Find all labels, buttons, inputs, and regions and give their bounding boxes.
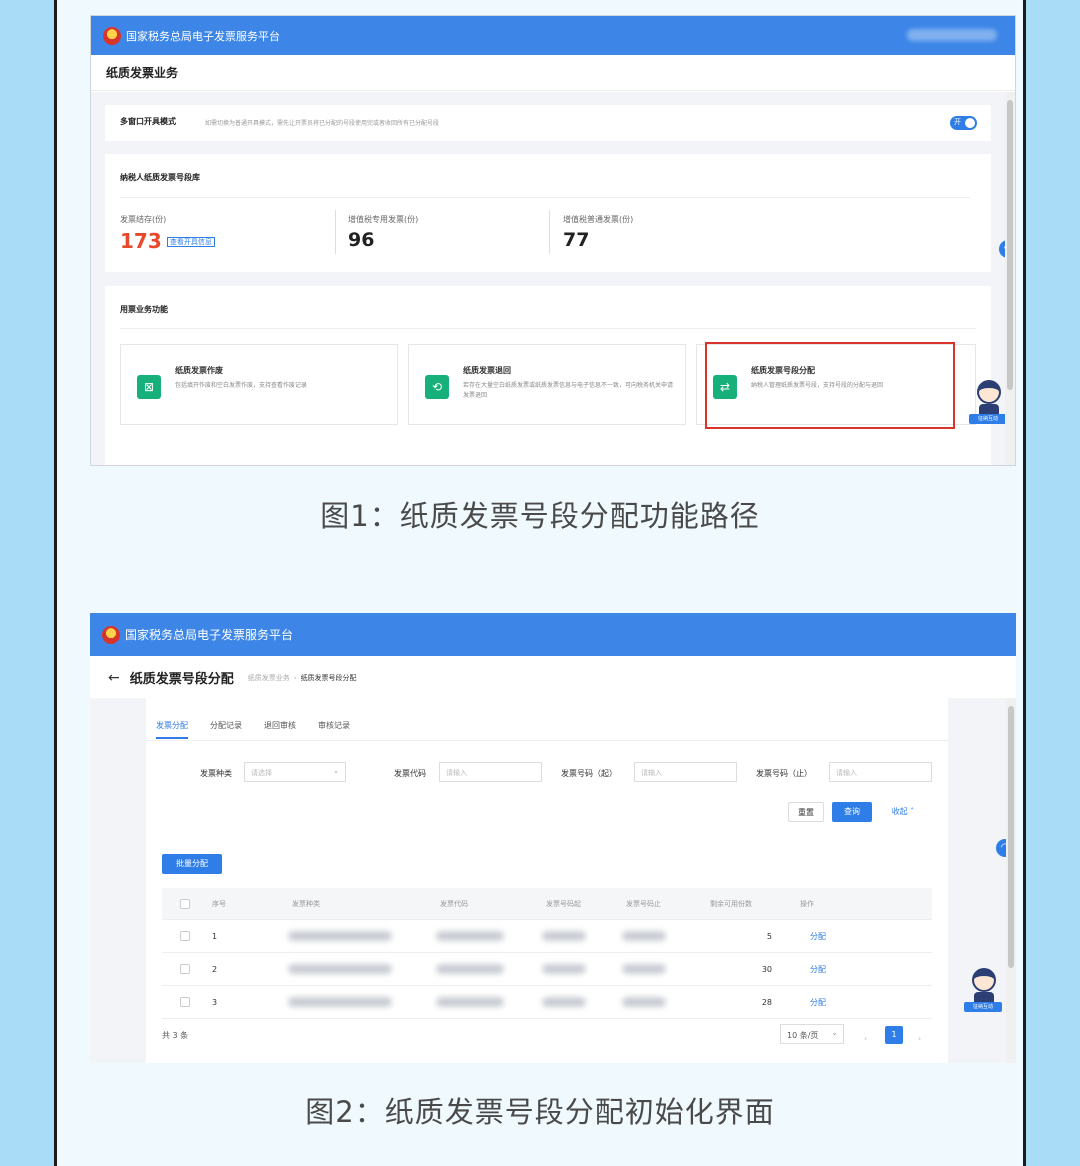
total-count: 共 3 条	[162, 1031, 189, 1040]
row-checkbox[interactable]	[180, 997, 190, 1007]
allocate-link[interactable]: 分配	[796, 997, 856, 1008]
caption-1: 图1：纸质发票号段分配功能路径	[320, 499, 760, 533]
user-info-blurred	[907, 29, 997, 41]
multi-window-toggle[interactable]: 开	[950, 116, 977, 130]
breadcrumb-item-1[interactable]: 纸质发票业务	[248, 673, 290, 683]
allocate-link[interactable]: 分配	[796, 931, 856, 942]
table-header: 序号 发票种类 发票代码 发票号码起 发票号码止 剩余可用份数 操作	[162, 888, 932, 920]
page-title-2: 纸质发票号段分配	[129, 672, 234, 687]
prev-page-icon[interactable]: ‹	[864, 1034, 867, 1043]
platform-title-2: 国家税务总局电子发票服务平台	[125, 628, 294, 642]
top-bar-2: 国家税务总局电子发票服务平台	[90, 613, 1016, 656]
invoice-code-label: 发票代码	[394, 769, 426, 778]
functions-title: 用票业务功能	[120, 305, 168, 314]
blurred-cell	[622, 964, 666, 974]
allocation-panel: 发票分配 分配记录 退回审核 审核记录 发票种类 请选择 ⌄ 发票代码 请输入 …	[146, 698, 948, 1063]
return-invoice-icon: ⟲	[425, 375, 449, 399]
query-button[interactable]: 查询	[832, 802, 872, 822]
function-void-invoice[interactable]: ⊠ 纸质发票作废 包括填开作废和空白发票作废，支持查看作废记录	[120, 344, 398, 425]
screenshot-1: 国家税务总局电子发票服务平台 纸质发票业务 多窗口开具模式 如需切换为普通开具模…	[90, 15, 1016, 466]
allocation-table: 序号 发票种类 发票代码 发票号码起 发票号码止 剩余可用份数 操作 1 5 分…	[162, 888, 932, 1019]
select-all-checkbox[interactable]	[180, 898, 190, 909]
invoice-number-end-label: 发票号码（止）	[756, 769, 812, 778]
blurred-cell	[622, 997, 666, 1007]
chevron-down-icon: ⌄	[831, 1028, 838, 1037]
page-size-select[interactable]: 10 条/页 ⌄	[780, 1024, 844, 1044]
function-return-invoice[interactable]: ⟲ 纸质发票退回 若存在大量空白纸质发票或纸质发票信息与电子信息不一致，可向税务…	[408, 344, 686, 425]
page-header-2: ← 纸质发票号段分配 纸质发票业务 › 纸质发票号段分配	[108, 668, 357, 688]
assistant-avatar[interactable]: 征纳互动	[964, 968, 1002, 1014]
stock-normal-value: 77	[563, 229, 590, 251]
invoice-number-start-input[interactable]: 请输入	[634, 762, 737, 782]
chevron-up-icon: ˄	[910, 807, 915, 816]
view-issue-info-link[interactable]: 查看开具信息	[166, 237, 215, 247]
blurred-cell	[542, 931, 586, 941]
stock-title: 纳税人纸质发票号段库	[120, 173, 200, 182]
tab-return-review[interactable]: 退回审核	[264, 720, 296, 739]
collapse-button[interactable]: 收起 ˄	[886, 802, 920, 822]
stock-normal-label: 增值税普通发票(份)	[563, 215, 634, 224]
invoice-type-label: 发票种类	[200, 769, 232, 778]
blurred-cell	[436, 997, 504, 1007]
content-area-2: 发票分配 分配记录 退回审核 审核记录 发票种类 请选择 ⌄ 发票代码 请输入 …	[90, 698, 1014, 1063]
assistant-avatar[interactable]: 征纳互动	[969, 380, 1007, 426]
reset-button[interactable]: 重置	[788, 802, 824, 822]
row-checkbox[interactable]	[180, 931, 190, 941]
blurred-cell	[288, 931, 392, 941]
invoice-type-select[interactable]: 请选择 ⌄	[244, 762, 346, 782]
breadcrumb-sep: ›	[293, 673, 297, 682]
functions-card: 用票业务功能 ⊠ 纸质发票作废 包括填开作废和空白发票作废，支持查看作废记录 ⟲…	[105, 286, 991, 465]
tab-allocate[interactable]: 发票分配	[156, 720, 188, 739]
allocate-link[interactable]: 分配	[796, 964, 856, 975]
stock-special-value: 96	[348, 229, 375, 251]
platform-title: 国家税务总局电子发票服务平台	[126, 29, 280, 43]
screenshot-2: 国家税务总局电子发票服务平台 ← 纸质发票号段分配 纸质发票业务 › 纸质发票号…	[90, 613, 1016, 1063]
tab-bar: 发票分配 分配记录 退回审核 审核记录	[156, 720, 372, 739]
row-checkbox[interactable]	[180, 964, 190, 974]
blurred-cell	[288, 964, 392, 974]
blurred-cell	[542, 964, 586, 974]
page-title: 纸质发票业务	[91, 55, 1015, 91]
tax-emblem-icon	[103, 26, 121, 45]
multi-window-card: 多窗口开具模式 如需切换为普通开具模式，需先让开票员将已分配的号段使用完或者收回…	[105, 105, 991, 141]
stock-special: 增值税专用发票(份) 96	[348, 214, 418, 251]
multi-window-desc: 如需切换为普通开具模式，需先让开票员将已分配的号段使用完或者收回所有已分配号段	[205, 120, 440, 127]
tab-review-records[interactable]: 审核记录	[318, 720, 350, 739]
blurred-cell	[542, 997, 586, 1007]
scrollbar-2[interactable]	[1006, 698, 1016, 1063]
highlight-box	[705, 342, 955, 429]
stock-normal: 增值税普通发票(份) 77	[563, 214, 633, 251]
blurred-cell	[436, 964, 504, 974]
back-arrow-icon[interactable]: ←	[108, 670, 120, 686]
stock-card: 纳税人纸质发票号段库 发票结存(份) 173 查看开具信息 增值税专用发票(份)…	[105, 154, 991, 272]
tax-emblem-icon	[102, 625, 120, 644]
stock-total: 发票结存(份) 173 查看开具信息	[120, 214, 215, 253]
page-1-button[interactable]: 1	[885, 1026, 903, 1044]
next-page-icon[interactable]: ›	[918, 1034, 921, 1043]
tab-allocation-records[interactable]: 分配记录	[210, 720, 242, 739]
multi-window-label: 多窗口开具模式	[120, 117, 176, 126]
invoice-code-input[interactable]: 请输入	[439, 762, 542, 782]
blurred-cell	[622, 931, 666, 941]
invoice-number-end-input[interactable]: 请输入	[829, 762, 932, 782]
caption-2: 图2：纸质发票号段分配初始化界面	[305, 1095, 775, 1129]
invoice-number-start-label: 发票号码（起）	[561, 769, 617, 778]
chevron-down-icon: ⌄	[333, 767, 339, 775]
breadcrumb-item-2: 纸质发票号段分配	[300, 673, 357, 682]
blurred-cell	[436, 931, 504, 941]
blurred-cell	[288, 997, 392, 1007]
void-invoice-icon: ⊠	[137, 375, 161, 399]
stock-total-label: 发票结存(份)	[120, 215, 167, 224]
top-bar: 国家税务总局电子发票服务平台	[91, 16, 1015, 55]
stock-total-value: 173	[120, 229, 162, 253]
content-area: 多窗口开具模式 如需切换为普通开具模式，需先让开票员将已分配的号段使用完或者收回…	[91, 92, 1015, 465]
batch-allocate-button[interactable]: 批量分配	[162, 854, 222, 874]
table-row: 3 28 分配	[162, 986, 932, 1019]
table-row: 2 30 分配	[162, 953, 932, 986]
table-row: 1 5 分配	[162, 920, 932, 953]
scrollbar-1[interactable]	[1005, 92, 1015, 465]
stock-special-label: 增值税专用发票(份)	[348, 215, 419, 224]
